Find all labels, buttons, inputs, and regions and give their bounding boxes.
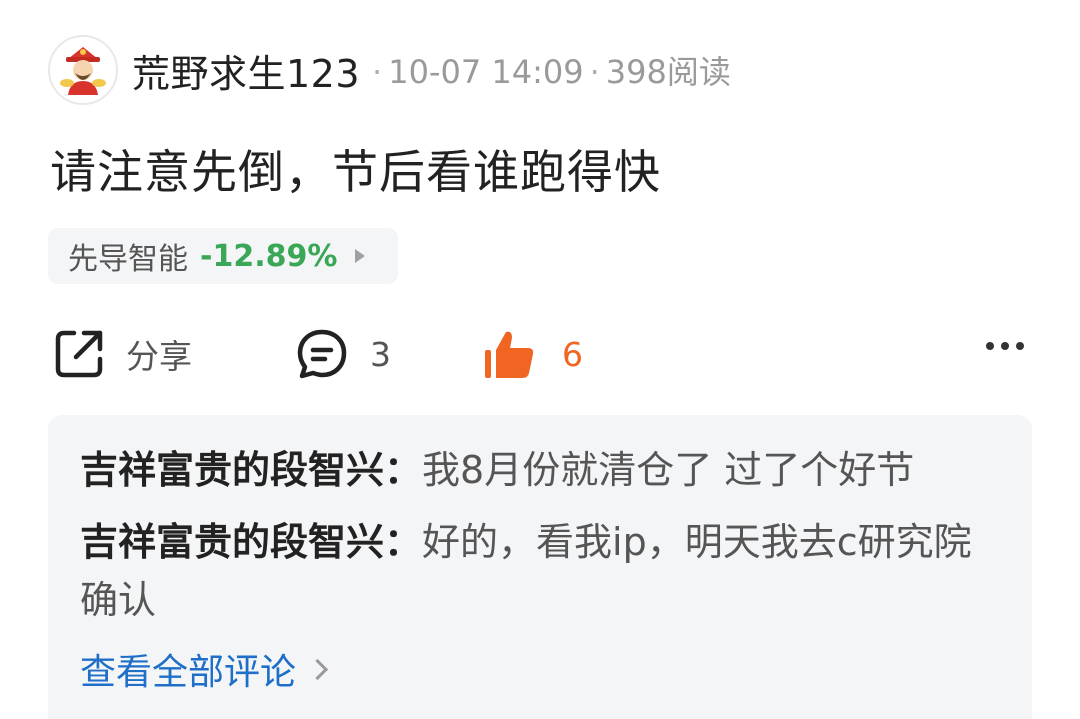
comment-item[interactable]: 吉祥富贵的段智兴：好的，看我ip，明天我去c研究院确认: [80, 513, 980, 629]
share-button[interactable]: 分享: [52, 322, 192, 386]
stock-name: 先导智能: [68, 242, 188, 277]
stock-change: -12.89%: [200, 238, 338, 274]
view-all-comments-link[interactable]: 查看全部评论: [80, 643, 1000, 695]
chevron-right-icon: [306, 658, 329, 680]
like-count: 6: [562, 334, 583, 374]
thumbs-up-icon: [485, 331, 534, 378]
meta-separator: ·: [372, 53, 383, 91]
view-all-label: 查看全部评论: [80, 652, 297, 693]
meta-separator-2: ·: [589, 53, 600, 91]
author-name[interactable]: 荒野求生123: [132, 43, 360, 98]
more-button[interactable]: [986, 342, 1024, 350]
avatar[interactable]: [48, 35, 118, 105]
play-arrow-icon: [355, 249, 366, 263]
post-header: 荒野求生123 · 10-07 14:09 · 398阅读: [48, 34, 731, 106]
stock-chip[interactable]: 先导智能 -12.89%: [48, 228, 398, 284]
like-button[interactable]: 6: [482, 322, 583, 386]
comment-text: 我8月份就清仓了 过了个好节: [422, 448, 915, 492]
post-meta: · 10-07 14:09 · 398阅读: [366, 47, 731, 93]
comment-button[interactable]: 3: [294, 322, 391, 386]
more-icon-dot: [1016, 342, 1024, 350]
post-page: 荒野求生123 · 10-07 14:09 · 398阅读 请注意先倒，节后看谁跑得快…: [0, 0, 1080, 719]
post-time: 10-07 14:09: [388, 53, 584, 91]
share-icon: [55, 330, 103, 378]
more-icon: [986, 342, 994, 350]
action-bar: 分享 3 6: [52, 322, 1032, 386]
comment-icon: [297, 329, 347, 379]
share-label: 分享: [126, 337, 192, 376]
comment-item[interactable]: 吉祥富贵的段智兴：我8月份就清仓了 过了个好节: [80, 441, 980, 499]
comment-author[interactable]: 吉祥富贵的段智兴：: [80, 448, 422, 492]
more-icon-dot: [1001, 342, 1009, 350]
comments-preview: 吉祥富贵的段智兴：我8月份就清仓了 过了个好节 吉祥富贵的段智兴：好的，看我ip…: [48, 415, 1032, 719]
avatar-icon: [60, 47, 106, 95]
comment-count: 3: [370, 334, 391, 374]
comment-author[interactable]: 吉祥富贵的段智兴：: [80, 520, 422, 564]
read-count: 398阅读: [605, 53, 731, 91]
post-content: 请注意先倒，节后看谁跑得快: [50, 145, 661, 199]
